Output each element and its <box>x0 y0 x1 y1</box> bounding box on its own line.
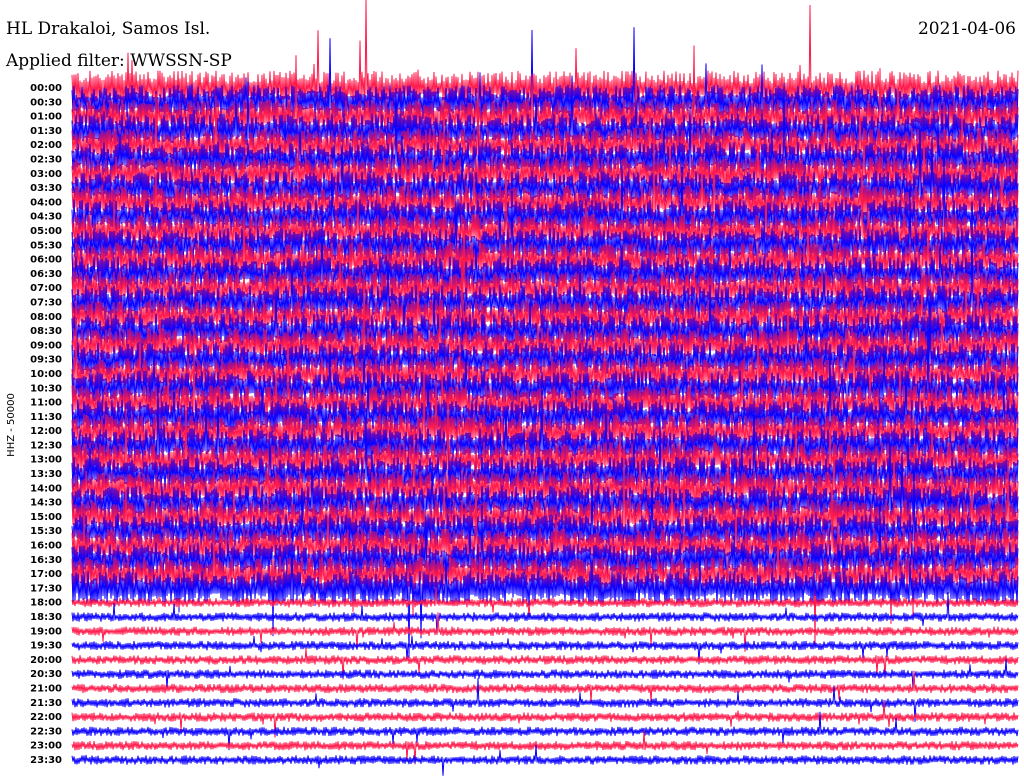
row-label: 08:30 <box>30 326 62 337</box>
row-label: 02:30 <box>30 154 62 165</box>
row-label: 21:30 <box>30 698 62 709</box>
row-label: 21:00 <box>30 684 62 695</box>
row-label: 03:00 <box>30 169 62 180</box>
row-label: 00:00 <box>30 83 62 94</box>
row-label: 12:30 <box>30 440 62 451</box>
row-label: 06:00 <box>30 255 62 266</box>
row-label: 23:30 <box>30 755 62 766</box>
row-label: 16:00 <box>30 541 62 552</box>
row-label: 13:00 <box>30 455 62 466</box>
row-label: 18:30 <box>30 612 62 623</box>
row-label: 03:30 <box>30 183 62 194</box>
row-label: 19:30 <box>30 641 62 652</box>
row-label: 02:00 <box>30 140 62 151</box>
row-label: 17:00 <box>30 569 62 580</box>
row-label: 13:30 <box>30 469 62 480</box>
row-label: 06:30 <box>30 269 62 280</box>
row-label: 14:30 <box>30 498 62 509</box>
row-label: 10:30 <box>30 383 62 394</box>
row-label: 05:30 <box>30 240 62 251</box>
row-label: 22:00 <box>30 712 62 723</box>
row-label: 22:30 <box>30 726 62 737</box>
row-label: 19:00 <box>30 626 62 637</box>
row-label: 12:00 <box>30 426 62 437</box>
row-label: 20:00 <box>30 655 62 666</box>
row-label: 00:30 <box>30 97 62 108</box>
row-label: 17:30 <box>30 583 62 594</box>
row-label: 10:00 <box>30 369 62 380</box>
row-label: 15:30 <box>30 526 62 537</box>
row-label: 08:00 <box>30 312 62 323</box>
helicorder-plot: 00:00 00:30 01:00 01:30 02:00 02:30 03:00 03:30… <box>6 0 1019 776</box>
row-label: 11:00 <box>30 398 62 409</box>
row-label: 07:30 <box>30 297 62 308</box>
row-label: 05:00 <box>30 226 62 237</box>
tick-label-group: 00:00 00:30 01:00 01:30 02:00 02:30 03:00 03:30… <box>30 83 62 766</box>
row-label: 09:00 <box>30 340 62 351</box>
row-label: 11:30 <box>30 412 62 423</box>
row-label: 01:00 <box>30 112 62 123</box>
trace-group <box>71 0 1019 776</box>
row-label: 09:30 <box>30 355 62 366</box>
row-label: 14:00 <box>30 483 62 494</box>
row-label: 04:30 <box>30 212 62 223</box>
row-label: 07:00 <box>30 283 62 294</box>
y-axis-label: HHZ - 50000 <box>6 393 17 457</box>
row-label: 18:00 <box>30 598 62 609</box>
row-label: 16:30 <box>30 555 62 566</box>
row-label: 15:00 <box>30 512 62 523</box>
row-label: 04:00 <box>30 197 62 208</box>
row-label: 23:00 <box>30 741 62 752</box>
row-label: 20:30 <box>30 669 62 680</box>
row-label: 01:30 <box>30 126 62 137</box>
